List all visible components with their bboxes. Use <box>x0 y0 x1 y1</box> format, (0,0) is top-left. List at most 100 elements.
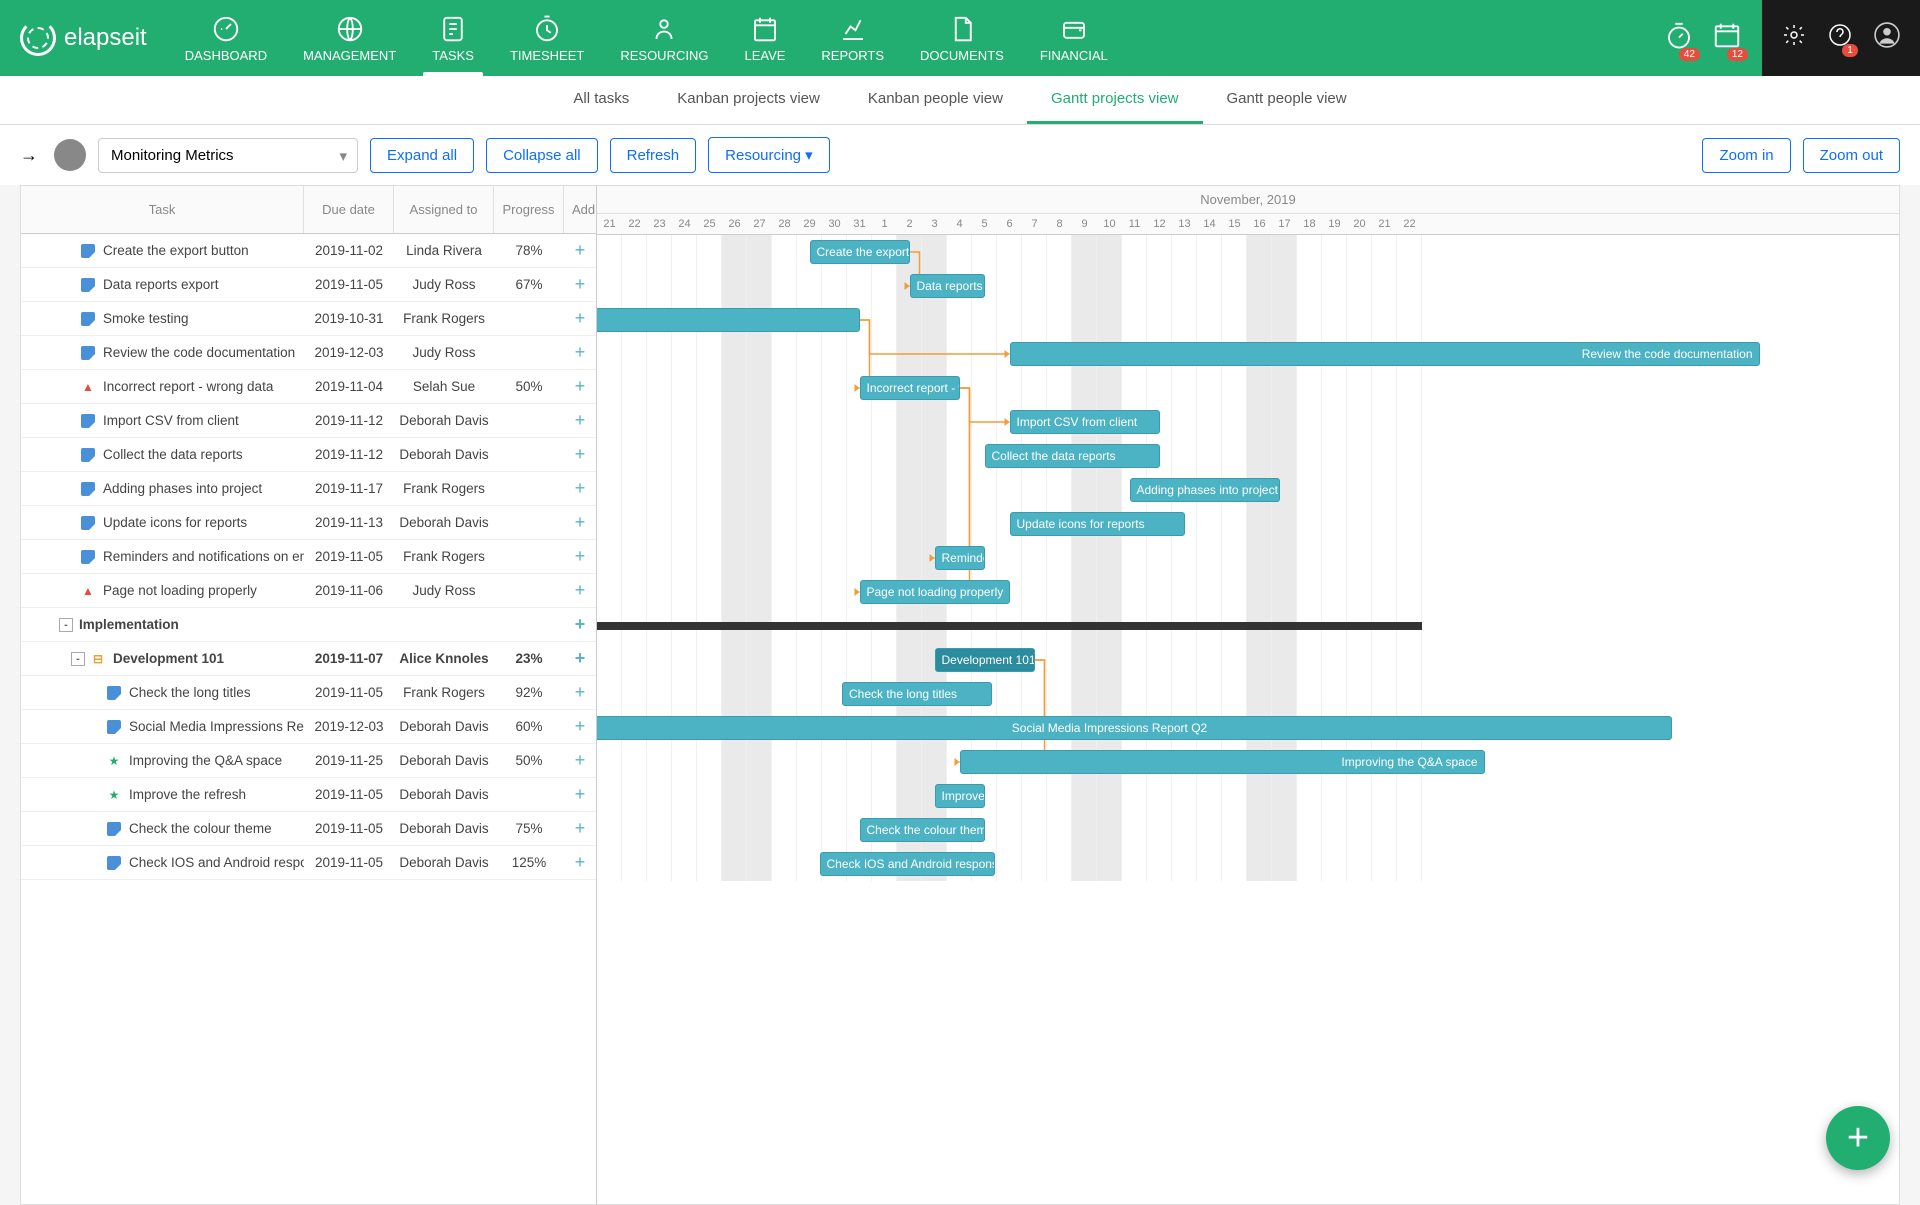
add-subtask-icon[interactable]: + <box>564 478 596 499</box>
calendar-icon[interactable]: 12 <box>1712 20 1742 57</box>
gear-icon[interactable] <box>1782 23 1806 53</box>
task-name: Incorrect report - wrong data <box>103 379 273 394</box>
subtab[interactable]: Kanban projects view <box>653 76 844 124</box>
task-row[interactable]: ▲Incorrect report - wrong data2019-11-04… <box>21 370 596 404</box>
subtab[interactable]: All tasks <box>549 76 653 124</box>
gantt-bars-area: Create the export buttonData reports exp… <box>597 235 1899 881</box>
add-subtask-icon[interactable]: + <box>564 546 596 567</box>
gantt-bar[interactable] <box>597 308 860 332</box>
nav-management[interactable]: MANAGEMENT <box>285 0 414 76</box>
warning-icon: ▲ <box>81 584 95 598</box>
expand-toggle[interactable]: - <box>71 652 85 666</box>
task-row[interactable]: ★Improving the Q&A space2019-11-25Debora… <box>21 744 596 778</box>
nav-tasks[interactable]: TASKS <box>414 0 492 76</box>
zoom-in-button[interactable]: Zoom in <box>1702 138 1790 173</box>
gantt-bar[interactable]: Social Media Impressions Report Q2 <box>597 716 1672 740</box>
gantt-bar[interactable]: Check the colour theme <box>860 818 985 842</box>
add-task-fab[interactable]: + <box>1826 1106 1890 1170</box>
add-subtask-icon[interactable]: + <box>564 648 596 669</box>
task-row[interactable]: ★Improve the refresh2019-11-05Deborah Da… <box>21 778 596 812</box>
add-subtask-icon[interactable]: + <box>564 750 596 771</box>
zoom-out-button[interactable]: Zoom out <box>1803 138 1900 173</box>
stopwatch-icon[interactable]: 42 <box>1664 20 1694 57</box>
add-subtask-icon[interactable]: + <box>564 614 596 635</box>
stopwatch-badge: 42 <box>1679 48 1700 61</box>
gantt-bar[interactable]: Improving the Q&A space <box>960 750 1485 774</box>
expand-toggle[interactable]: - <box>59 618 73 632</box>
add-subtask-icon[interactable]: + <box>564 716 596 737</box>
gantt-bar[interactable]: Incorrect report - wrong data <box>860 376 960 400</box>
gantt-bar[interactable]: Import CSV from client <box>1010 410 1160 434</box>
add-subtask-icon[interactable]: + <box>564 784 596 805</box>
expand-all-button[interactable]: Expand all <box>370 138 474 173</box>
subtab[interactable]: Gantt projects view <box>1027 76 1203 124</box>
add-subtask-icon[interactable]: + <box>564 240 596 261</box>
add-subtask-icon[interactable]: + <box>564 376 596 397</box>
nav-leave[interactable]: LEAVE <box>726 0 803 76</box>
gantt-bar[interactable]: Development 101 <box>935 648 1035 672</box>
gantt-bar[interactable]: Reminders <box>935 546 985 570</box>
subtab[interactable]: Kanban people view <box>844 76 1027 124</box>
add-subtask-icon[interactable]: + <box>564 682 596 703</box>
gantt-bar[interactable]: Review the code documentation <box>1010 342 1760 366</box>
gantt-bar[interactable]: Improve the refresh <box>935 784 985 808</box>
task-row[interactable]: Check IOS and Android responsiveness2019… <box>21 846 596 880</box>
gantt-bar[interactable] <box>597 622 1422 630</box>
resourcing-button[interactable]: Resourcing <box>708 137 830 173</box>
project-avatar[interactable] <box>54 139 86 171</box>
nav-financial[interactable]: FINANCIAL <box>1022 0 1126 76</box>
nav-dashboard[interactable]: DASHBOARD <box>167 0 285 76</box>
user-avatar-icon[interactable] <box>1874 22 1900 54</box>
task-progress: 125% <box>494 855 564 870</box>
gantt-bar[interactable]: Create the export button <box>810 240 910 264</box>
task-row[interactable]: Reminders and notifications on email2019… <box>21 540 596 574</box>
task-row[interactable]: Create the export button2019-11-02Linda … <box>21 234 596 268</box>
logo[interactable]: elapseit <box>0 0 167 76</box>
task-row[interactable]: Social Media Impressions Report Q22019-1… <box>21 710 596 744</box>
help-icon[interactable]: 1 <box>1828 23 1852 53</box>
gantt-bar[interactable]: Page not loading properly <box>860 580 1010 604</box>
add-subtask-icon[interactable]: + <box>564 274 596 295</box>
task-row[interactable]: Adding phases into project2019-11-17Fran… <box>21 472 596 506</box>
add-subtask-icon[interactable]: + <box>564 410 596 431</box>
collapse-sidebar-icon[interactable]: → <box>20 145 38 166</box>
add-subtask-icon[interactable]: + <box>564 852 596 873</box>
refresh-button[interactable]: Refresh <box>610 138 697 173</box>
task-assigned: Deborah Davis <box>394 787 494 802</box>
task-row[interactable]: Import CSV from client2019-11-12Deborah … <box>21 404 596 438</box>
note-icon <box>81 516 95 530</box>
gantt-bar[interactable]: Adding phases into project <box>1130 478 1280 502</box>
task-row[interactable]: -Implementation+ <box>21 608 596 642</box>
task-row[interactable]: Data reports export2019-11-05Judy Ross67… <box>21 268 596 302</box>
add-subtask-icon[interactable]: + <box>564 342 596 363</box>
add-subtask-icon[interactable]: + <box>564 444 596 465</box>
gantt-bar[interactable]: Update icons for reports <box>1010 512 1185 536</box>
task-row[interactable]: Collect the data reports2019-11-12Debora… <box>21 438 596 472</box>
nav-reports[interactable]: REPORTS <box>803 0 902 76</box>
gantt-bar[interactable]: Check IOS and Android responsiveness <box>820 852 995 876</box>
add-subtask-icon[interactable]: + <box>564 308 596 329</box>
add-subtask-icon[interactable]: + <box>564 818 596 839</box>
nav-documents[interactable]: DOCUMENTS <box>902 0 1022 76</box>
header-right: 1 <box>1762 0 1920 76</box>
nav-resourcing[interactable]: RESOURCING <box>602 0 726 76</box>
gantt-bar[interactable]: Data reports export <box>910 274 985 298</box>
task-row[interactable]: Check the long titles2019-11-05Frank Rog… <box>21 676 596 710</box>
task-row[interactable]: Check the colour theme2019-11-05Deborah … <box>21 812 596 846</box>
task-name: Check the colour theme <box>129 821 272 836</box>
gantt-bar[interactable]: Check the long titles <box>842 682 992 706</box>
add-subtask-icon[interactable]: + <box>564 512 596 533</box>
collapse-all-button[interactable]: Collapse all <box>486 138 598 173</box>
task-row[interactable]: Review the code documentation2019-12-03J… <box>21 336 596 370</box>
task-row[interactable]: Update icons for reports2019-11-13Debora… <box>21 506 596 540</box>
nav-timesheet[interactable]: TIMESHEET <box>492 0 602 76</box>
task-row[interactable]: Smoke testing2019-10-31Frank Rogers+ <box>21 302 596 336</box>
subtab[interactable]: Gantt people view <box>1203 76 1371 124</box>
task-row[interactable]: ▲Page not loading properly2019-11-06Judy… <box>21 574 596 608</box>
task-due: 2019-11-05 <box>304 821 394 836</box>
add-subtask-icon[interactable]: + <box>564 580 596 601</box>
project-select[interactable]: Monitoring Metrics <box>98 138 358 173</box>
gantt-bar[interactable]: Collect the data reports <box>985 444 1160 468</box>
task-row[interactable]: -⊟Development 1012019-11-07Alice Knnoles… <box>21 642 596 676</box>
task-name: Data reports export <box>103 277 219 292</box>
